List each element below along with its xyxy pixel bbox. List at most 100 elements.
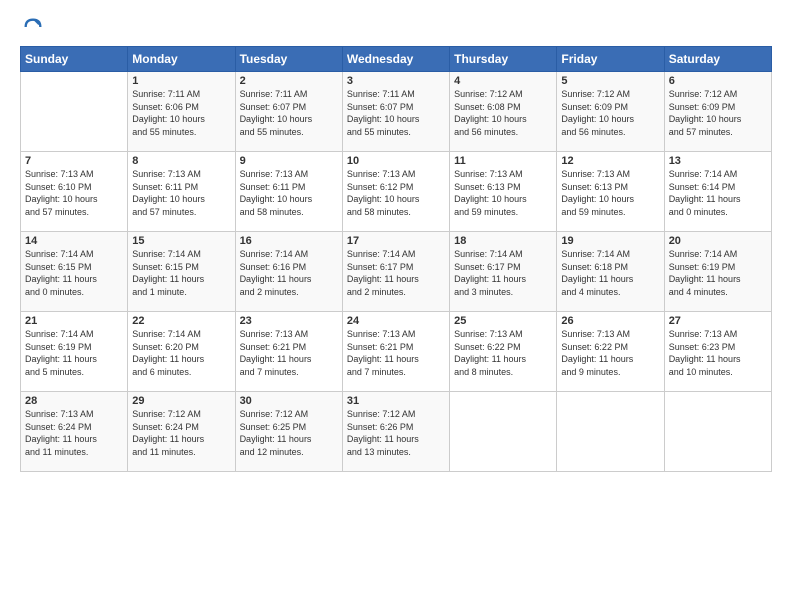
day-info: Sunrise: 7:14 AM Sunset: 6:15 PM Dayligh…	[132, 248, 230, 298]
day-info: Sunrise: 7:14 AM Sunset: 6:17 PM Dayligh…	[347, 248, 445, 298]
calendar-cell: 3Sunrise: 7:11 AM Sunset: 6:07 PM Daylig…	[342, 72, 449, 152]
calendar-cell: 1Sunrise: 7:11 AM Sunset: 6:06 PM Daylig…	[128, 72, 235, 152]
calendar-cell: 2Sunrise: 7:11 AM Sunset: 6:07 PM Daylig…	[235, 72, 342, 152]
day-number: 4	[454, 75, 552, 87]
calendar-week-row: 14Sunrise: 7:14 AM Sunset: 6:15 PM Dayli…	[21, 232, 772, 312]
day-number: 22	[132, 315, 230, 327]
calendar-cell: 8Sunrise: 7:13 AM Sunset: 6:11 PM Daylig…	[128, 152, 235, 232]
day-info: Sunrise: 7:12 AM Sunset: 6:25 PM Dayligh…	[240, 408, 338, 458]
calendar-cell: 28Sunrise: 7:13 AM Sunset: 6:24 PM Dayli…	[21, 392, 128, 472]
day-info: Sunrise: 7:12 AM Sunset: 6:09 PM Dayligh…	[669, 88, 767, 138]
calendar-cell: 31Sunrise: 7:12 AM Sunset: 6:26 PM Dayli…	[342, 392, 449, 472]
day-number: 7	[25, 155, 123, 167]
calendar-cell: 26Sunrise: 7:13 AM Sunset: 6:22 PM Dayli…	[557, 312, 664, 392]
calendar-cell: 13Sunrise: 7:14 AM Sunset: 6:14 PM Dayli…	[664, 152, 771, 232]
calendar-cell: 16Sunrise: 7:14 AM Sunset: 6:16 PM Dayli…	[235, 232, 342, 312]
weekday-header-saturday: Saturday	[664, 47, 771, 72]
calendar-cell	[664, 392, 771, 472]
day-info: Sunrise: 7:13 AM Sunset: 6:22 PM Dayligh…	[454, 328, 552, 378]
calendar-cell	[21, 72, 128, 152]
calendar-cell: 27Sunrise: 7:13 AM Sunset: 6:23 PM Dayli…	[664, 312, 771, 392]
day-number: 26	[561, 315, 659, 327]
calendar-cell: 18Sunrise: 7:14 AM Sunset: 6:17 PM Dayli…	[450, 232, 557, 312]
calendar-cell: 30Sunrise: 7:12 AM Sunset: 6:25 PM Dayli…	[235, 392, 342, 472]
day-info: Sunrise: 7:14 AM Sunset: 6:20 PM Dayligh…	[132, 328, 230, 378]
calendar-cell: 6Sunrise: 7:12 AM Sunset: 6:09 PM Daylig…	[664, 72, 771, 152]
day-number: 12	[561, 155, 659, 167]
day-number: 17	[347, 235, 445, 247]
calendar-week-row: 21Sunrise: 7:14 AM Sunset: 6:19 PM Dayli…	[21, 312, 772, 392]
calendar-cell: 17Sunrise: 7:14 AM Sunset: 6:17 PM Dayli…	[342, 232, 449, 312]
day-info: Sunrise: 7:14 AM Sunset: 6:16 PM Dayligh…	[240, 248, 338, 298]
calendar-page: SundayMondayTuesdayWednesdayThursdayFrid…	[0, 0, 792, 612]
weekday-header-row: SundayMondayTuesdayWednesdayThursdayFrid…	[21, 47, 772, 72]
day-info: Sunrise: 7:14 AM Sunset: 6:18 PM Dayligh…	[561, 248, 659, 298]
weekday-header-thursday: Thursday	[450, 47, 557, 72]
calendar-cell: 29Sunrise: 7:12 AM Sunset: 6:24 PM Dayli…	[128, 392, 235, 472]
day-number: 29	[132, 395, 230, 407]
calendar-cell: 9Sunrise: 7:13 AM Sunset: 6:11 PM Daylig…	[235, 152, 342, 232]
day-number: 11	[454, 155, 552, 167]
day-number: 9	[240, 155, 338, 167]
day-number: 15	[132, 235, 230, 247]
calendar-cell: 5Sunrise: 7:12 AM Sunset: 6:09 PM Daylig…	[557, 72, 664, 152]
day-info: Sunrise: 7:11 AM Sunset: 6:06 PM Dayligh…	[132, 88, 230, 138]
day-info: Sunrise: 7:12 AM Sunset: 6:24 PM Dayligh…	[132, 408, 230, 458]
day-number: 13	[669, 155, 767, 167]
weekday-header-friday: Friday	[557, 47, 664, 72]
day-number: 1	[132, 75, 230, 87]
day-number: 20	[669, 235, 767, 247]
day-info: Sunrise: 7:13 AM Sunset: 6:21 PM Dayligh…	[240, 328, 338, 378]
logo	[20, 16, 44, 38]
weekday-header-tuesday: Tuesday	[235, 47, 342, 72]
day-info: Sunrise: 7:14 AM Sunset: 6:15 PM Dayligh…	[25, 248, 123, 298]
day-info: Sunrise: 7:12 AM Sunset: 6:09 PM Dayligh…	[561, 88, 659, 138]
calendar-cell: 22Sunrise: 7:14 AM Sunset: 6:20 PM Dayli…	[128, 312, 235, 392]
calendar-cell: 24Sunrise: 7:13 AM Sunset: 6:21 PM Dayli…	[342, 312, 449, 392]
header	[20, 16, 772, 38]
day-info: Sunrise: 7:13 AM Sunset: 6:21 PM Dayligh…	[347, 328, 445, 378]
calendar-cell: 15Sunrise: 7:14 AM Sunset: 6:15 PM Dayli…	[128, 232, 235, 312]
day-info: Sunrise: 7:14 AM Sunset: 6:14 PM Dayligh…	[669, 168, 767, 218]
day-number: 31	[347, 395, 445, 407]
day-number: 27	[669, 315, 767, 327]
day-info: Sunrise: 7:13 AM Sunset: 6:22 PM Dayligh…	[561, 328, 659, 378]
day-number: 19	[561, 235, 659, 247]
day-info: Sunrise: 7:14 AM Sunset: 6:17 PM Dayligh…	[454, 248, 552, 298]
logo-icon	[22, 16, 44, 38]
day-info: Sunrise: 7:13 AM Sunset: 6:11 PM Dayligh…	[240, 168, 338, 218]
day-number: 18	[454, 235, 552, 247]
weekday-header-wednesday: Wednesday	[342, 47, 449, 72]
day-info: Sunrise: 7:11 AM Sunset: 6:07 PM Dayligh…	[240, 88, 338, 138]
calendar-cell: 4Sunrise: 7:12 AM Sunset: 6:08 PM Daylig…	[450, 72, 557, 152]
day-number: 30	[240, 395, 338, 407]
day-info: Sunrise: 7:14 AM Sunset: 6:19 PM Dayligh…	[669, 248, 767, 298]
day-number: 5	[561, 75, 659, 87]
day-number: 2	[240, 75, 338, 87]
day-info: Sunrise: 7:13 AM Sunset: 6:13 PM Dayligh…	[561, 168, 659, 218]
day-info: Sunrise: 7:11 AM Sunset: 6:07 PM Dayligh…	[347, 88, 445, 138]
calendar-week-row: 1Sunrise: 7:11 AM Sunset: 6:06 PM Daylig…	[21, 72, 772, 152]
calendar-cell: 7Sunrise: 7:13 AM Sunset: 6:10 PM Daylig…	[21, 152, 128, 232]
day-number: 10	[347, 155, 445, 167]
day-info: Sunrise: 7:13 AM Sunset: 6:12 PM Dayligh…	[347, 168, 445, 218]
calendar-cell: 21Sunrise: 7:14 AM Sunset: 6:19 PM Dayli…	[21, 312, 128, 392]
day-info: Sunrise: 7:14 AM Sunset: 6:19 PM Dayligh…	[25, 328, 123, 378]
day-number: 16	[240, 235, 338, 247]
day-info: Sunrise: 7:12 AM Sunset: 6:08 PM Dayligh…	[454, 88, 552, 138]
day-number: 14	[25, 235, 123, 247]
day-info: Sunrise: 7:13 AM Sunset: 6:10 PM Dayligh…	[25, 168, 123, 218]
calendar-cell: 12Sunrise: 7:13 AM Sunset: 6:13 PM Dayli…	[557, 152, 664, 232]
calendar-cell: 10Sunrise: 7:13 AM Sunset: 6:12 PM Dayli…	[342, 152, 449, 232]
day-number: 8	[132, 155, 230, 167]
calendar-week-row: 28Sunrise: 7:13 AM Sunset: 6:24 PM Dayli…	[21, 392, 772, 472]
calendar-cell: 20Sunrise: 7:14 AM Sunset: 6:19 PM Dayli…	[664, 232, 771, 312]
day-info: Sunrise: 7:13 AM Sunset: 6:11 PM Dayligh…	[132, 168, 230, 218]
calendar-table: SundayMondayTuesdayWednesdayThursdayFrid…	[20, 46, 772, 472]
day-number: 21	[25, 315, 123, 327]
calendar-cell: 11Sunrise: 7:13 AM Sunset: 6:13 PM Dayli…	[450, 152, 557, 232]
calendar-cell: 19Sunrise: 7:14 AM Sunset: 6:18 PM Dayli…	[557, 232, 664, 312]
day-info: Sunrise: 7:13 AM Sunset: 6:24 PM Dayligh…	[25, 408, 123, 458]
day-number: 28	[25, 395, 123, 407]
day-number: 3	[347, 75, 445, 87]
